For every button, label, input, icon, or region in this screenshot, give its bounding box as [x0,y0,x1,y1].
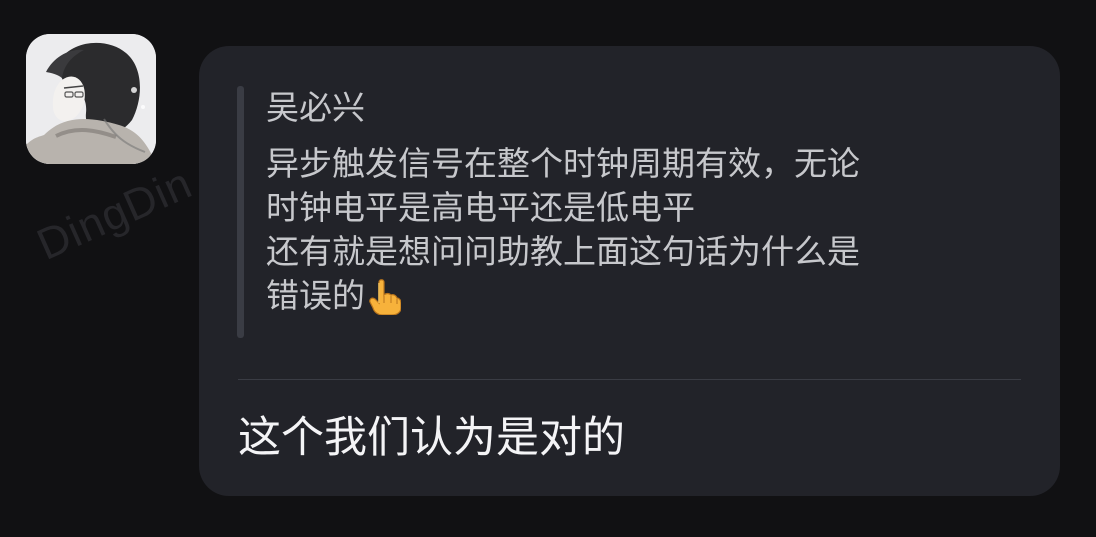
quoted-message-text: 异步触发信号在整个时钟周期有效，无论 时钟电平是高电平还是低电平 还有就是想问问… [266,142,986,326]
quote-line: 错误的 [266,276,365,315]
quote-bar [237,86,244,338]
pointing-up-hand-icon [367,278,402,326]
quoted-sender-name: 吴必兴 [266,88,365,127]
quote-line: 时钟电平是高电平还是低电平 [266,188,695,227]
avatar-illustration-icon [26,34,156,164]
message-bubble[interactable]: 吴必兴 异步触发信号在整个时钟周期有效，无论 时钟电平是高电平还是低电平 还有就… [199,46,1060,496]
quote-divider [238,379,1021,380]
quote-line: 异步触发信号在整个时钟周期有效，无论 [266,144,860,183]
quote-line: 还有就是想问问助教上面这句话为什么是 [266,232,860,271]
reply-message-text: 这个我们认为是对的 [238,413,625,463]
watermark: DingDin [30,158,200,270]
quoted-message[interactable]: 吴必兴 异步触发信号在整个时钟周期有效，无论 时钟电平是高电平还是低电平 还有就… [237,84,997,341]
chat-screen: DingDin k 吴必兴 异步触发信号在整个时钟周期有效，无论 时钟电平是高电… [0,0,1096,537]
sender-avatar[interactable] [26,34,156,164]
